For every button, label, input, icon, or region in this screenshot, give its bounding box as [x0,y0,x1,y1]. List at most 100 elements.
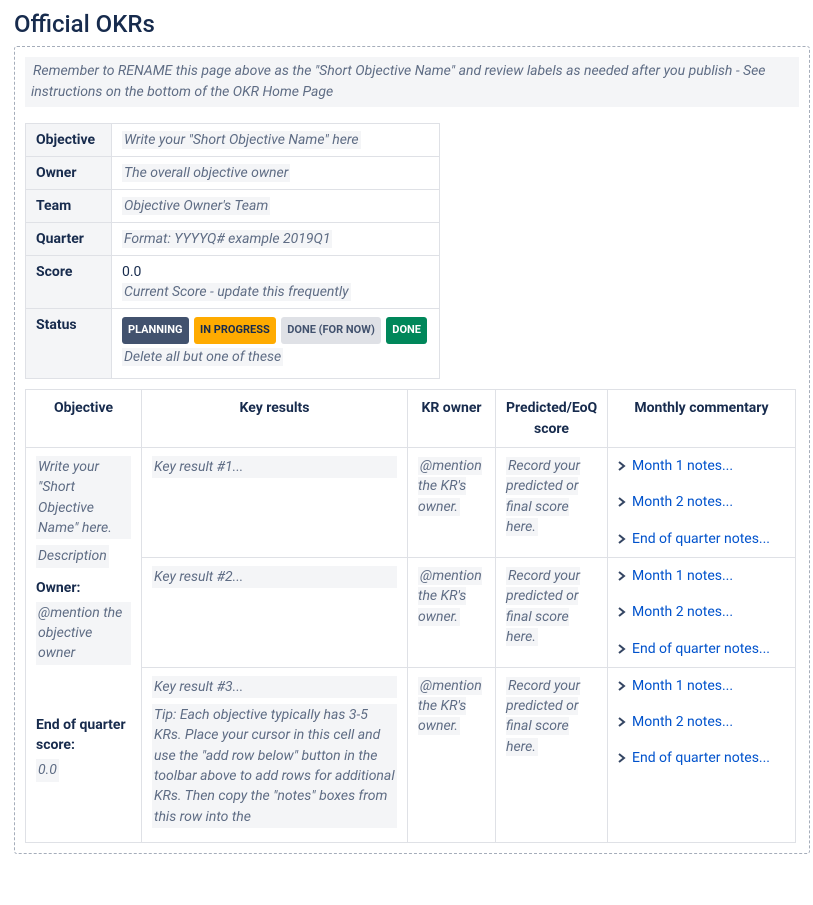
kr-commentary-cell[interactable]: Month 1 notes... Month 2 notes... End of… [608,557,796,667]
list-item: Month 2 notes... [618,492,785,512]
placeholder-text: Key result #2... [152,566,397,588]
col-header-kr-owner: KR owner [408,390,496,448]
notes-link[interactable]: End of quarter notes... [632,750,770,766]
chevron-right-icon[interactable] [618,602,626,622]
placeholder-text: Format: YYYYQ# example 2019Q1 [122,230,332,248]
reminder-text: Remember to RENAME this page above as th… [31,62,766,101]
table-row: Team Objective Owner's Team [26,190,440,223]
kr-cell[interactable]: Key result #2... [142,557,408,667]
page-body: Remember to RENAME this page above as th… [14,46,810,854]
status-badge-done[interactable]: DONE [386,317,427,344]
placeholder-text: @mention the KR's owner. [418,457,482,516]
chevron-right-icon[interactable] [618,492,626,512]
status-badge-in-progress[interactable]: IN PROGRESS [194,317,276,344]
placeholder-text: Key result #3... [152,676,397,698]
notes-link[interactable]: Month 2 notes... [632,714,733,730]
chevron-right-icon[interactable] [618,529,626,549]
list-item: Month 2 notes... [618,712,785,732]
table-header-row: Objective Key results KR owner Predicted… [26,390,796,448]
notes-list: Month 1 notes... Month 2 notes... End of… [618,566,785,659]
meta-value-owner[interactable]: The overall objective owner [112,157,440,190]
eoq-label: End of quarter score: [36,715,131,756]
col-header-key-results: Key results [142,390,408,448]
chevron-right-icon[interactable] [618,566,626,586]
meta-label-quarter: Quarter [26,223,112,256]
meta-value-team[interactable]: Objective Owner's Team [112,190,440,223]
page-title[interactable]: Official OKRs [14,10,813,38]
meta-label-owner: Owner [26,157,112,190]
objective-cell[interactable]: Write your "Short Objective Name" here. … [26,448,142,843]
placeholder-text: Objective Owner's Team [122,197,270,215]
meta-value-score[interactable]: 0.0 Current Score - update this frequent… [112,256,440,309]
placeholder-text: The overall objective owner [122,164,290,182]
owner-label: Owner: [36,578,131,598]
notes-link[interactable]: Month 1 notes... [632,458,733,474]
notes-link[interactable]: Month 1 notes... [632,678,733,694]
notes-list: Month 1 notes... Month 2 notes... End of… [618,676,785,769]
list-item: Month 1 notes... [618,456,785,476]
kr-score-cell[interactable]: Record your predicted or final score her… [496,667,608,842]
notes-link[interactable]: Month 1 notes... [632,568,733,584]
notes-link[interactable]: End of quarter notes... [632,641,770,657]
table-row: Objective Write your "Short Objective Na… [26,124,440,157]
notes-link[interactable]: Month 2 notes... [632,604,733,620]
meta-value-objective[interactable]: Write your "Short Objective Name" here [112,124,440,157]
status-badge-planning[interactable]: PLANNING [122,317,189,344]
kr-score-cell[interactable]: Record your predicted or final score her… [496,448,608,558]
table-row: Score 0.0 Current Score - update this fr… [26,256,440,309]
status-badge-done-for-now[interactable]: DONE (FOR NOW) [281,317,381,344]
notes-link[interactable]: End of quarter notes... [632,531,770,547]
notes-list: Month 1 notes... Month 2 notes... End of… [618,456,785,549]
meta-value-quarter[interactable]: Format: YYYYQ# example 2019Q1 [112,223,440,256]
table-row: Key result #3... Tip: Each objective typ… [26,667,796,842]
table-row: Owner The overall objective owner [26,157,440,190]
meta-value-status[interactable]: PLANNING IN PROGRESS DONE (FOR NOW) DONE… [112,309,440,379]
meta-label-objective: Objective [26,124,112,157]
reminder-note: Remember to RENAME this page above as th… [25,57,799,107]
kr-owner-cell[interactable]: @mention the KR's owner. [408,557,496,667]
chevron-right-icon[interactable] [618,639,626,659]
kr-table: Objective Key results KR owner Predicted… [25,389,796,842]
meta-table: Objective Write your "Short Objective Na… [25,123,440,379]
list-item: End of quarter notes... [618,639,785,659]
chevron-right-icon[interactable] [618,712,626,732]
placeholder-text: Delete all but one of these [122,348,283,366]
table-row: Write your "Short Objective Name" here. … [26,448,796,558]
placeholder-text: Write your "Short Objective Name" here [122,131,361,149]
kr-owner-cell[interactable]: @mention the KR's owner. [408,448,496,558]
kr-owner-cell[interactable]: @mention the KR's owner. [408,667,496,842]
kr-score-cell[interactable]: Record your predicted or final score her… [496,557,608,667]
meta-label-team: Team [26,190,112,223]
meta-label-status: Status [26,309,112,379]
list-item: End of quarter notes... [618,529,785,549]
chevron-right-icon[interactable] [618,748,626,768]
table-row: Status PLANNING IN PROGRESS DONE (FOR NO… [26,309,440,379]
placeholder-text: @mention the objective owner [36,602,131,665]
col-header-objective: Objective [26,390,142,448]
table-row: Quarter Format: YYYYQ# example 2019Q1 [26,223,440,256]
notes-link[interactable]: Month 2 notes... [632,494,733,510]
list-item: Month 1 notes... [618,676,785,696]
placeholder-text: Record your predicted or final score her… [506,567,580,646]
col-header-commentary: Monthly commentary [608,390,796,448]
table-row: Key result #2... @mention the KR's owner… [26,557,796,667]
score-value: 0.0 [122,264,429,280]
chevron-right-icon[interactable] [618,676,626,696]
placeholder-text: Key result #1... [152,456,397,478]
chevron-right-icon[interactable] [618,456,626,476]
placeholder-text: @mention the KR's owner. [418,677,482,736]
list-item: Month 2 notes... [618,602,785,622]
kr-commentary-cell[interactable]: Month 1 notes... Month 2 notes... End of… [608,667,796,842]
placeholder-text: 0.0 [36,759,59,781]
col-header-score: Predicted/EoQ score [496,390,608,448]
list-item: Month 1 notes... [618,566,785,586]
kr-cell[interactable]: Key result #1... [142,448,408,558]
placeholder-text: Description [36,545,109,567]
list-item: End of quarter notes... [618,748,785,768]
placeholder-text: Record your predicted or final score her… [506,677,580,756]
placeholder-text: Current Score - update this frequently [122,283,351,301]
kr-commentary-cell[interactable]: Month 1 notes... Month 2 notes... End of… [608,448,796,558]
meta-label-score: Score [26,256,112,309]
kr-cell[interactable]: Key result #3... Tip: Each objective typ… [142,667,408,842]
placeholder-text: Write your "Short Objective Name" here. [36,456,131,539]
